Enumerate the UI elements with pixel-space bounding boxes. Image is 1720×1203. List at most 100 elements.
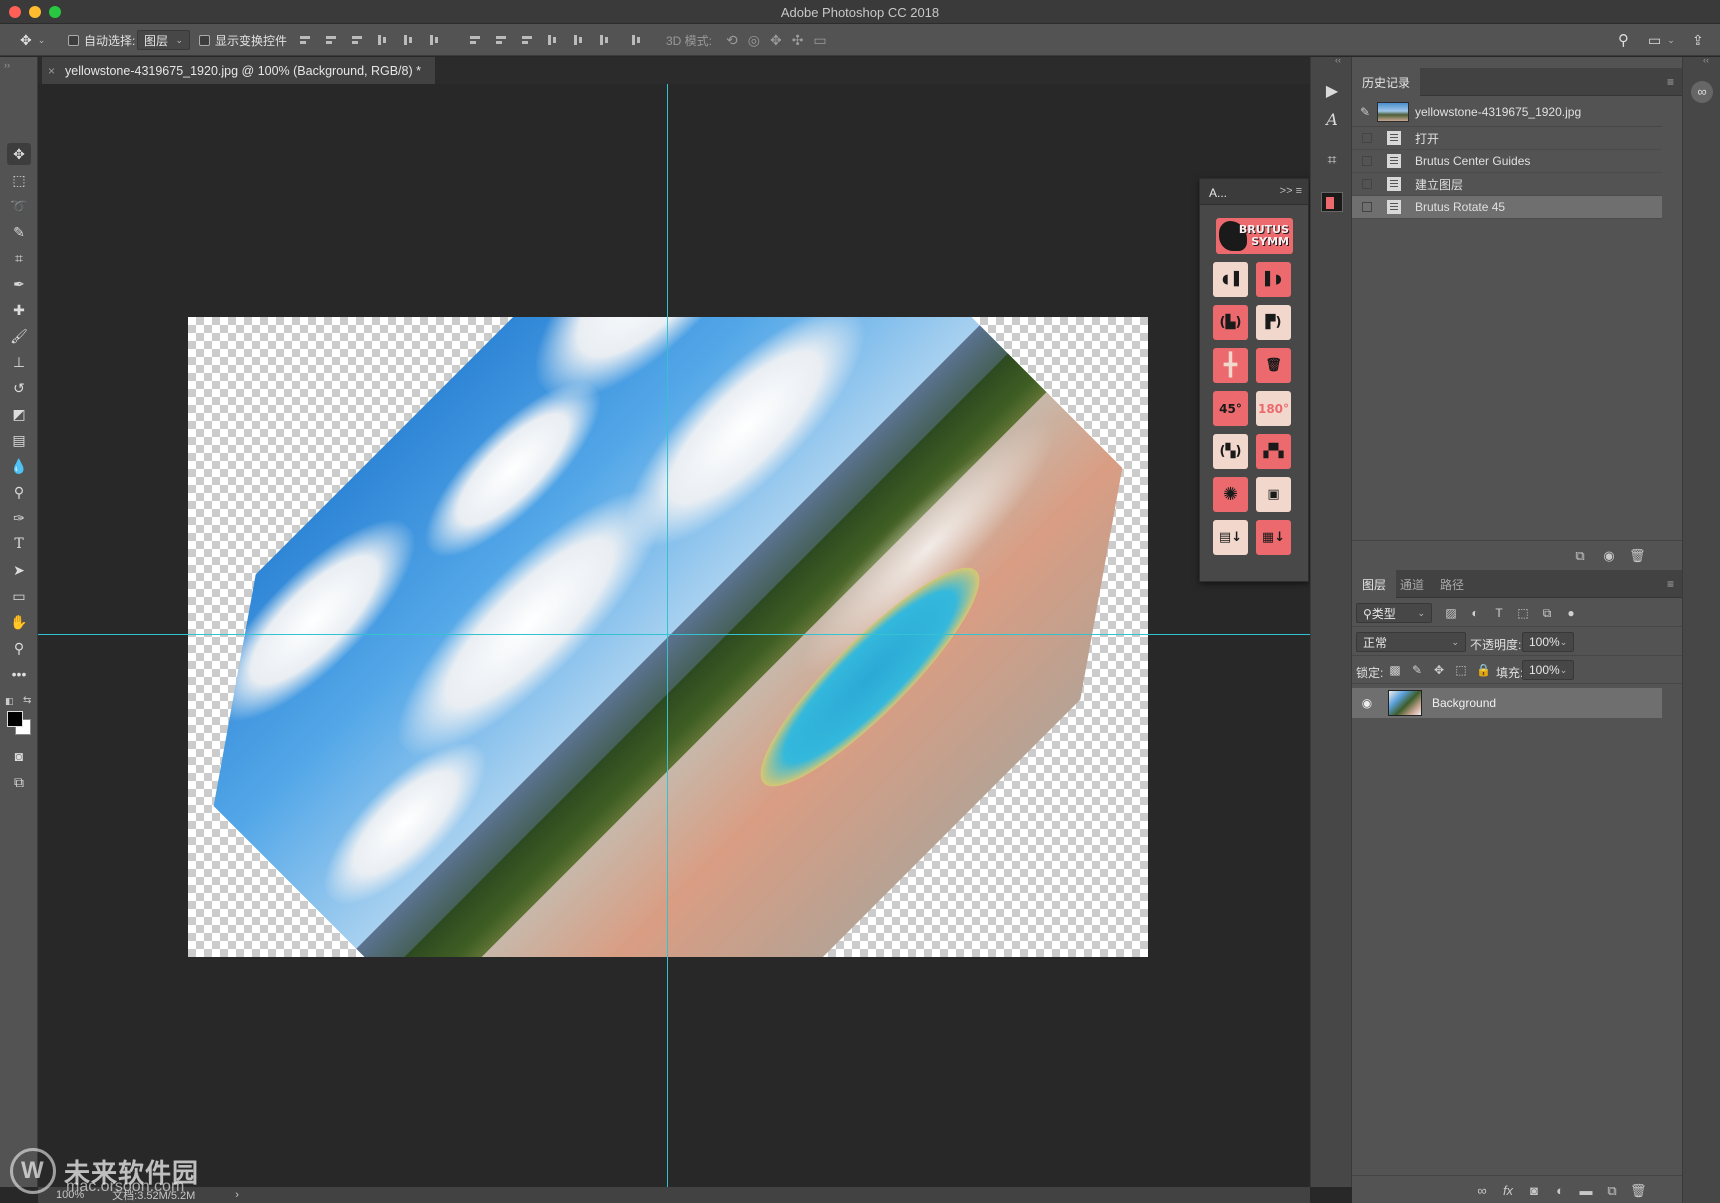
distribute-left-icon[interactable]: [546, 33, 560, 47]
3d-mode-icons[interactable]: ⟲◎✥✣▭: [726, 32, 837, 49]
flatten-down-button[interactable]: ▤↓: [1213, 520, 1248, 555]
eyedropper-tool[interactable]: ✒: [7, 273, 31, 295]
new-layer-icon[interactable]: ⧉: [1604, 1183, 1620, 1199]
history-item[interactable]: 建立图层: [1352, 173, 1662, 196]
mirror-left-button[interactable]: ◖▐: [1213, 262, 1248, 297]
lock-transparency-icon[interactable]: ▩: [1388, 663, 1402, 677]
panel-menu-icon[interactable]: ≡: [1667, 75, 1674, 89]
fill-value[interactable]: 100%: [1529, 663, 1560, 677]
pixel-filter-icon[interactable]: ▨: [1444, 606, 1458, 620]
vertical-guide[interactable]: [667, 84, 668, 1187]
auto-select-checkbox[interactable]: 自动选择:: [68, 24, 135, 56]
brush-tool[interactable]: 🖌: [7, 325, 31, 347]
canvas-area[interactable]: [38, 84, 1310, 1187]
checkbox-box[interactable]: [68, 34, 79, 46]
crop-panel-icon[interactable]: ⌗: [1311, 147, 1353, 175]
layer-row[interactable]: ◉ Background: [1352, 688, 1662, 718]
frame-button[interactable]: ▣: [1256, 477, 1291, 512]
history-item[interactable]: 打开: [1352, 127, 1662, 150]
history-brush-source-box[interactable]: [1362, 202, 1372, 212]
tool-preset-picker[interactable]: ✥ ⌄: [20, 24, 45, 56]
distribute-hcenter-icon[interactable]: [572, 33, 586, 47]
export-down-button[interactable]: ▦↓: [1256, 520, 1291, 555]
layer-filter-dropdown[interactable]: ⚲类型 ⌄: [1356, 603, 1432, 623]
lasso-tool[interactable]: ➰: [7, 195, 31, 217]
auto-align-icon[interactable]: [630, 33, 644, 47]
history-item[interactable]: Brutus Center Guides: [1352, 150, 1662, 173]
pen-tool[interactable]: ✑: [7, 507, 31, 529]
lock-position-icon[interactable]: ✥: [1432, 663, 1446, 677]
new-group-icon[interactable]: ▬: [1578, 1183, 1594, 1199]
lock-artboard-icon[interactable]: ⬚: [1454, 663, 1468, 677]
auto-select-target-dropdown[interactable]: 图层 ⌄: [137, 30, 190, 50]
tab-history[interactable]: 历史记录: [1352, 68, 1421, 96]
close-tab-icon[interactable]: ×: [48, 64, 55, 78]
history-brush-source-box[interactable]: [1362, 133, 1372, 143]
rect-marquee-tool[interactable]: ⬚: [7, 169, 31, 191]
type-tool[interactable]: T: [7, 533, 31, 555]
workspace-switcher[interactable]: ▭ ⌄: [1648, 24, 1675, 56]
path-select-tool[interactable]: ➤: [7, 559, 31, 581]
more-tools[interactable]: •••: [7, 663, 31, 685]
panel-collapse-icon[interactable]: ››: [4, 60, 10, 70]
history-brush-tool[interactable]: ↺: [7, 377, 31, 399]
eye-icon[interactable]: ◉: [1356, 696, 1378, 710]
opacity-field[interactable]: 100% ⌄: [1522, 632, 1574, 652]
tab-channels[interactable]: 通道: [1390, 570, 1434, 598]
hand-tool[interactable]: ✋: [7, 611, 31, 633]
default-colors-icon[interactable]: ◧: [5, 696, 14, 707]
align-top-icon[interactable]: [298, 33, 312, 47]
shape-filter-icon[interactable]: ⬚: [1516, 606, 1530, 620]
dodge-tool[interactable]: ⚲: [7, 481, 31, 503]
align-bottom-icon[interactable]: [350, 33, 364, 47]
blend-mode-dropdown[interactable]: 正常 ⌄: [1356, 632, 1466, 652]
document-tab[interactable]: × yellowstone-4319675_1920.jpg @ 100% (B…: [42, 57, 436, 84]
horizontal-guide[interactable]: [38, 634, 1310, 635]
type-filter-icon[interactable]: T: [1492, 606, 1506, 620]
filter-toggle-icon[interactable]: ●: [1564, 606, 1578, 620]
align-left-icon[interactable]: [376, 33, 390, 47]
distribute-top-icon[interactable]: [468, 33, 482, 47]
trash-icon[interactable]: 🗑: [1630, 1183, 1647, 1199]
lock-pixels-icon[interactable]: ✎: [1410, 663, 1424, 677]
link-layers-icon[interactable]: ∞: [1474, 1183, 1490, 1199]
healing-brush-tool[interactable]: ✚: [7, 299, 31, 321]
quick-select-tool[interactable]: ✎: [7, 221, 31, 243]
brutus-panel-icon[interactable]: [1311, 188, 1353, 216]
collapse-dock-icon[interactable]: ‹‹: [1703, 55, 1709, 65]
distribute-right-icon[interactable]: [598, 33, 612, 47]
eraser-tool[interactable]: ◩: [7, 403, 31, 425]
history-brush-source-box[interactable]: [1362, 179, 1372, 189]
history-brush-source-box[interactable]: [1362, 156, 1372, 166]
document-canvas[interactable]: [188, 317, 1148, 957]
history-snapshot[interactable]: ✎ yellowstone-4319675_1920.jpg: [1352, 97, 1662, 127]
panel-menu-icon[interactable]: >> ≡: [1280, 185, 1302, 197]
move-tool[interactable]: ✥: [7, 143, 31, 165]
rotate-180-button[interactable]: 180°: [1256, 391, 1291, 426]
mirror-right-button[interactable]: ▌◗: [1256, 262, 1291, 297]
crop-tool[interactable]: ⌗: [7, 247, 31, 269]
symmetry-a-button[interactable]: (▙): [1213, 305, 1248, 340]
distribute-bottom-icon[interactable]: [520, 33, 534, 47]
camera-icon[interactable]: ◉: [1601, 548, 1617, 564]
smart-object-filter-icon[interactable]: ⧉: [1540, 606, 1554, 620]
zoom-tool[interactable]: ⚲: [7, 637, 31, 659]
lock-all-icon[interactable]: 🔒: [1476, 663, 1491, 677]
new-document-from-state-icon[interactable]: ⧉: [1572, 548, 1588, 564]
history-brush-source-icon[interactable]: ✎: [1360, 105, 1372, 119]
center-guides-button[interactable]: ╋: [1213, 348, 1248, 383]
swap-colors-icon[interactable]: ⇆: [23, 695, 31, 706]
kaleidoscope-button[interactable]: ▞▚: [1256, 434, 1291, 469]
quad-symmetry-button[interactable]: (▚): [1213, 434, 1248, 469]
checkbox-box[interactable]: [199, 34, 210, 46]
panel-header[interactable]: A... >> ≡: [1200, 179, 1308, 205]
trash-icon[interactable]: 🗑: [1629, 548, 1646, 564]
gradient-tool[interactable]: ▤: [7, 429, 31, 451]
panel-menu-icon[interactable]: ≡: [1667, 577, 1674, 591]
character-panel-icon[interactable]: A: [1311, 105, 1353, 133]
fx-icon[interactable]: fx: [1500, 1183, 1516, 1199]
quick-mask-icon[interactable]: ◙: [7, 745, 31, 767]
opacity-value[interactable]: 100%: [1529, 635, 1560, 649]
symmetry-b-button[interactable]: ▛): [1256, 305, 1291, 340]
align-vcenter-icon[interactable]: [324, 33, 338, 47]
